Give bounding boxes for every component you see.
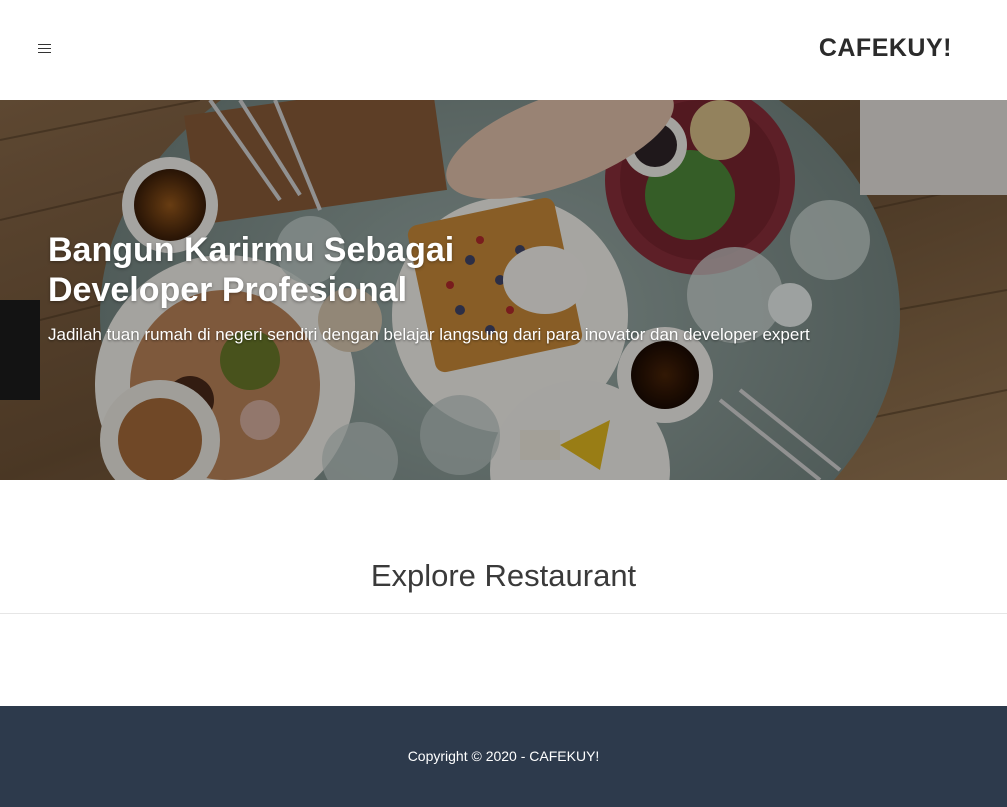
footer: Copyright © 2020 - CAFEKUY! (0, 706, 1007, 807)
page: CAFEKUY! Bangun Karirmu Sebagai Develope… (0, 0, 1007, 807)
explore-section: Explore Restaurant (0, 480, 1007, 706)
hero-subtitle: Jadilah tuan rumah di negeri sendiri den… (48, 325, 810, 344)
footer-copyright: Copyright © 2020 - CAFEKUY! (407, 748, 600, 764)
hero-text: Bangun Karirmu Sebagai Developer Profesi… (48, 230, 928, 346)
hero-section: Bangun Karirmu Sebagai Developer Profesi… (0, 100, 1007, 480)
explore-title: Explore Restaurant (370, 558, 637, 593)
app-header: CAFEKUY! (0, 0, 1007, 100)
hamburger-menu-icon (37, 43, 51, 54)
brand-logo[interactable]: CAFEKUY! (819, 34, 952, 63)
hero-title: Bangun Karirmu Sebagai Developer Profesi… (48, 231, 455, 309)
menu-button[interactable] (32, 36, 56, 60)
restaurant-list (0, 614, 1007, 706)
